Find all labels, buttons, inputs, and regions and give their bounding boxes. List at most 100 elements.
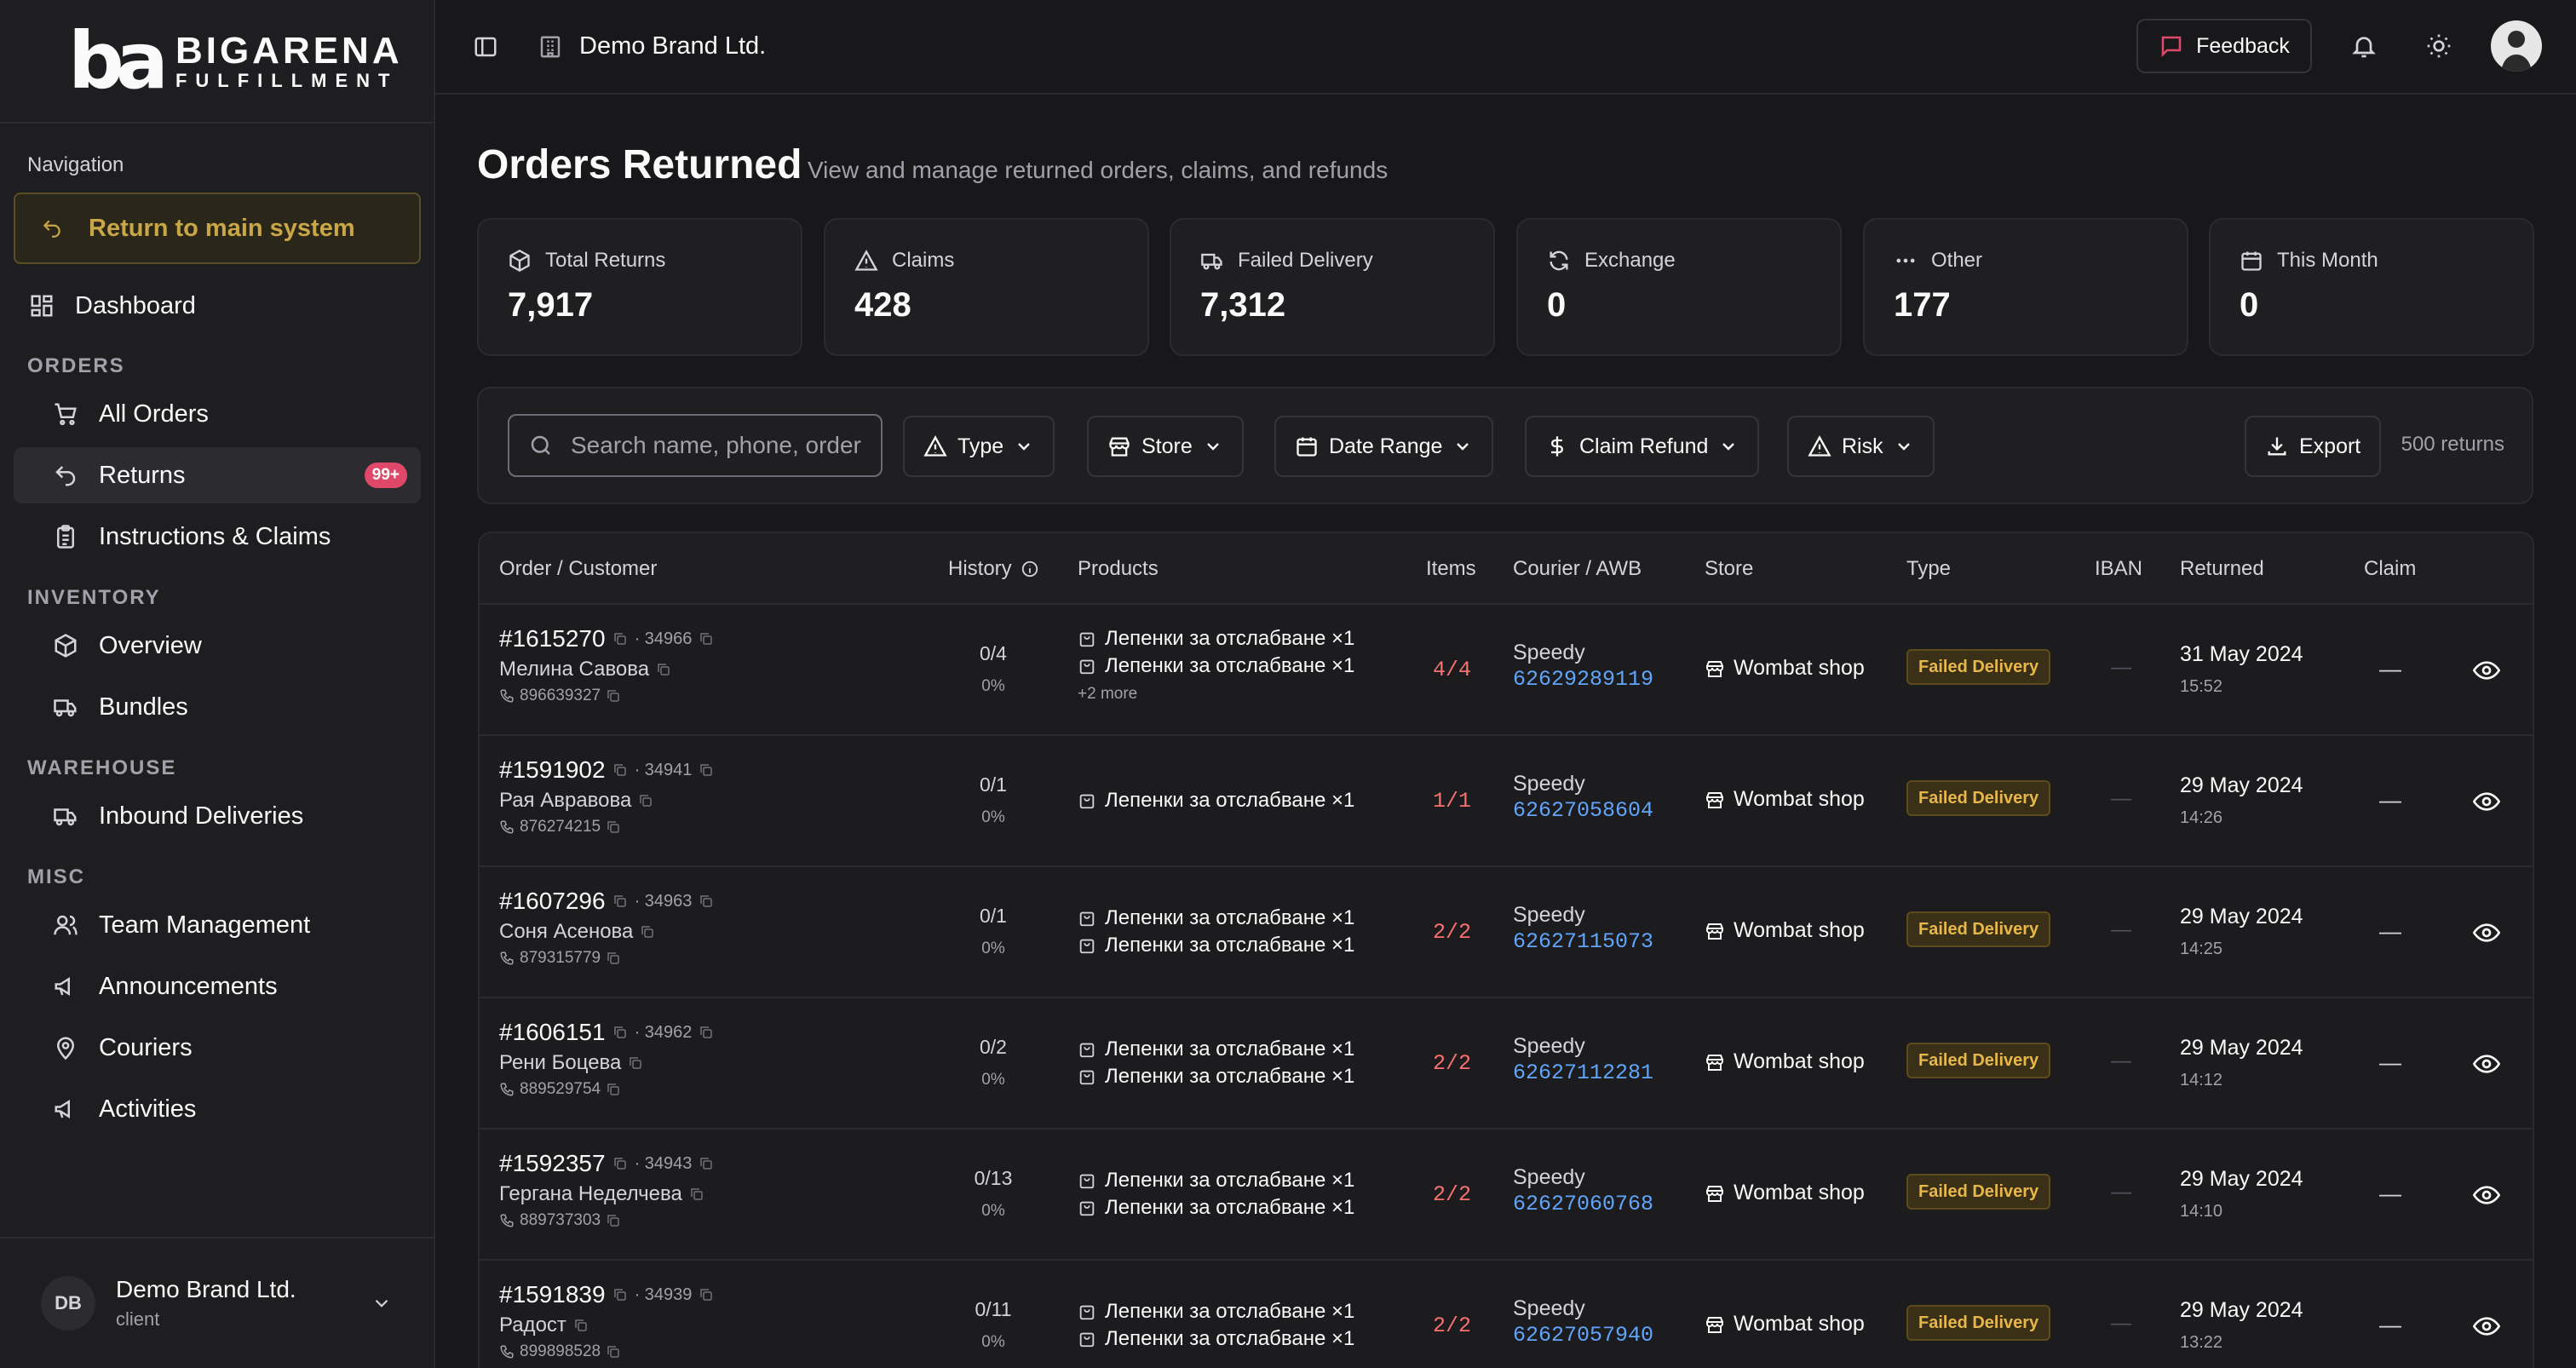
sidebar-toggle-icon[interactable] [473, 34, 498, 60]
table-row[interactable]: #1591902 · 34941 Рая Авравова 876274215 0/1 0… [480, 736, 2533, 867]
sidebar-item-returns[interactable]: Returns 99+ [14, 447, 421, 503]
table-row[interactable]: #1607296 · 34963 Соня Асенова 879315779 0/1 0… [480, 867, 2533, 998]
eye-icon[interactable] [2473, 788, 2500, 815]
date-range-filter[interactable]: Date Range [1274, 416, 1494, 477]
copy-icon[interactable] [606, 1344, 621, 1359]
search-input[interactable] [571, 432, 869, 459]
export-button[interactable]: Export [2245, 416, 2382, 477]
eye-icon[interactable] [2473, 657, 2500, 684]
table-row[interactable]: #1615270 · 34966 Мелина Савова 896639327 0/4… [480, 605, 2533, 736]
claim-refund-filter[interactable]: Claim Refund [1525, 416, 1760, 477]
type-cell: Failed Delivery [1906, 1305, 2051, 1341]
copy-icon[interactable] [699, 1156, 714, 1171]
copy-icon[interactable] [699, 631, 714, 647]
col-courier-awb[interactable]: Courier / AWB [1513, 557, 1642, 581]
copy-icon[interactable] [656, 662, 671, 677]
copy-icon[interactable] [612, 762, 628, 778]
view-order-button[interactable] [2473, 1313, 2500, 1340]
copy-icon[interactable] [612, 1025, 628, 1040]
view-order-button[interactable] [2473, 788, 2500, 815]
order-number[interactable]: #1607296 [499, 888, 606, 915]
view-order-button[interactable] [2473, 919, 2500, 946]
order-number[interactable]: #1591839 [499, 1281, 606, 1308]
view-order-button[interactable] [2473, 1181, 2500, 1209]
sidebar-item-all-orders[interactable]: All Orders [14, 386, 421, 442]
copy-icon[interactable] [638, 793, 653, 808]
eye-icon[interactable] [2473, 1181, 2500, 1209]
order-number[interactable]: #1592357 [499, 1150, 606, 1177]
awb-link[interactable]: 62627115073 [1513, 929, 1653, 954]
copy-icon[interactable] [606, 1082, 621, 1097]
awb-link[interactable]: 62627112281 [1513, 1060, 1653, 1085]
sidebar-item-overview[interactable]: Overview [14, 618, 421, 674]
eye-icon[interactable] [2473, 919, 2500, 946]
type-filter[interactable]: Type [903, 416, 1055, 477]
product-name: Лепенки за отслабване ×1 [1105, 934, 1355, 957]
col-items[interactable]: Items [1426, 557, 1476, 581]
search-box[interactable] [508, 414, 883, 477]
brand-logo[interactable]: ba BIGARENA FULFILLMENT [0, 0, 434, 124]
user-avatar[interactable] [2491, 20, 2542, 72]
copy-icon[interactable] [606, 819, 621, 835]
table-row[interactable]: #1591839 · 34939 Радост 899898528 0/11 0% Лепе… [480, 1261, 2533, 1368]
sidebar-item-couriers[interactable]: Couriers [14, 1020, 421, 1076]
copy-icon[interactable] [612, 1156, 628, 1171]
copy-icon[interactable] [699, 1287, 714, 1302]
awb-link[interactable]: 62629289119 [1513, 667, 1653, 692]
awb-link[interactable]: 62627060768 [1513, 1192, 1653, 1216]
copy-icon[interactable] [699, 894, 714, 909]
status-badge: Failed Delivery [1906, 911, 2051, 947]
order-number[interactable]: #1615270 [499, 625, 606, 652]
awb-link[interactable]: 62627058604 [1513, 798, 1653, 823]
return-to-main-button[interactable]: Return to main system [14, 193, 421, 264]
copy-icon[interactable] [606, 1213, 621, 1228]
table-row[interactable]: #1592357 · 34943 Гергана Неделчева 88973730… [480, 1129, 2533, 1261]
eye-icon[interactable] [2473, 1313, 2500, 1340]
copy-icon[interactable] [689, 1187, 704, 1202]
order-number[interactable]: #1606151 [499, 1019, 606, 1046]
sidebar-item-bundles[interactable]: Bundles [14, 679, 421, 735]
copy-icon[interactable] [699, 762, 714, 778]
col-type[interactable]: Type [1906, 557, 1951, 581]
sidebar-item-announcements[interactable]: Announcements [14, 958, 421, 1015]
sun-icon[interactable] [2425, 32, 2452, 60]
copy-icon[interactable] [699, 1025, 714, 1040]
table-row[interactable]: #1606151 · 34962 Рени Боцева 889529754 0/2 0%… [480, 998, 2533, 1129]
copy-icon[interactable] [640, 924, 655, 940]
sidebar-item-team-management[interactable]: Team Management [14, 897, 421, 953]
type-filter-label: Type [957, 434, 1004, 458]
copy-icon[interactable] [606, 951, 621, 966]
sidebar-item-inbound-deliveries[interactable]: Inbound Deliveries [14, 788, 421, 844]
col-store[interactable]: Store [1705, 557, 1753, 581]
view-order-button[interactable] [2473, 1050, 2500, 1078]
col-claim[interactable]: Claim [2364, 557, 2416, 581]
more-products-link[interactable]: +2 more [1078, 685, 1354, 704]
col-iban[interactable]: IBAN [2095, 557, 2142, 581]
copy-icon[interactable] [573, 1318, 589, 1333]
copy-icon[interactable] [612, 631, 628, 647]
type-cell: Failed Delivery [1906, 780, 2051, 816]
type-cell: Failed Delivery [1906, 911, 2051, 947]
sidebar-item-dashboard[interactable]: Dashboard [14, 278, 421, 334]
account-switcher[interactable]: DB Demo Brand Ltd. client [0, 1237, 434, 1368]
feedback-button[interactable]: Feedback [2136, 19, 2312, 73]
bell-icon[interactable] [2350, 32, 2378, 60]
sidebar-item-activities[interactable]: Activities [14, 1081, 421, 1137]
col-returned[interactable]: Returned [2180, 557, 2264, 581]
col-history[interactable]: History [948, 557, 1039, 581]
col-products[interactable]: Products [1078, 557, 1159, 581]
order-number[interactable]: #1591902 [499, 756, 606, 784]
copy-icon[interactable] [612, 1287, 628, 1302]
history-ratio: 0/1 [980, 773, 1007, 796]
col-order-customer[interactable]: Order / Customer [499, 557, 657, 581]
eye-icon[interactable] [2473, 1050, 2500, 1078]
copy-icon[interactable] [612, 894, 628, 909]
risk-filter[interactable]: Risk [1787, 416, 1935, 477]
copy-icon[interactable] [628, 1055, 643, 1071]
sidebar-item-instructions-claims[interactable]: Instructions & Claims [14, 509, 421, 565]
awb-link[interactable]: 62627057940 [1513, 1323, 1653, 1348]
store-filter[interactable]: Store [1087, 416, 1244, 477]
view-order-button[interactable] [2473, 657, 2500, 684]
order-ref: · 34966 [634, 629, 693, 648]
copy-icon[interactable] [606, 688, 621, 704]
